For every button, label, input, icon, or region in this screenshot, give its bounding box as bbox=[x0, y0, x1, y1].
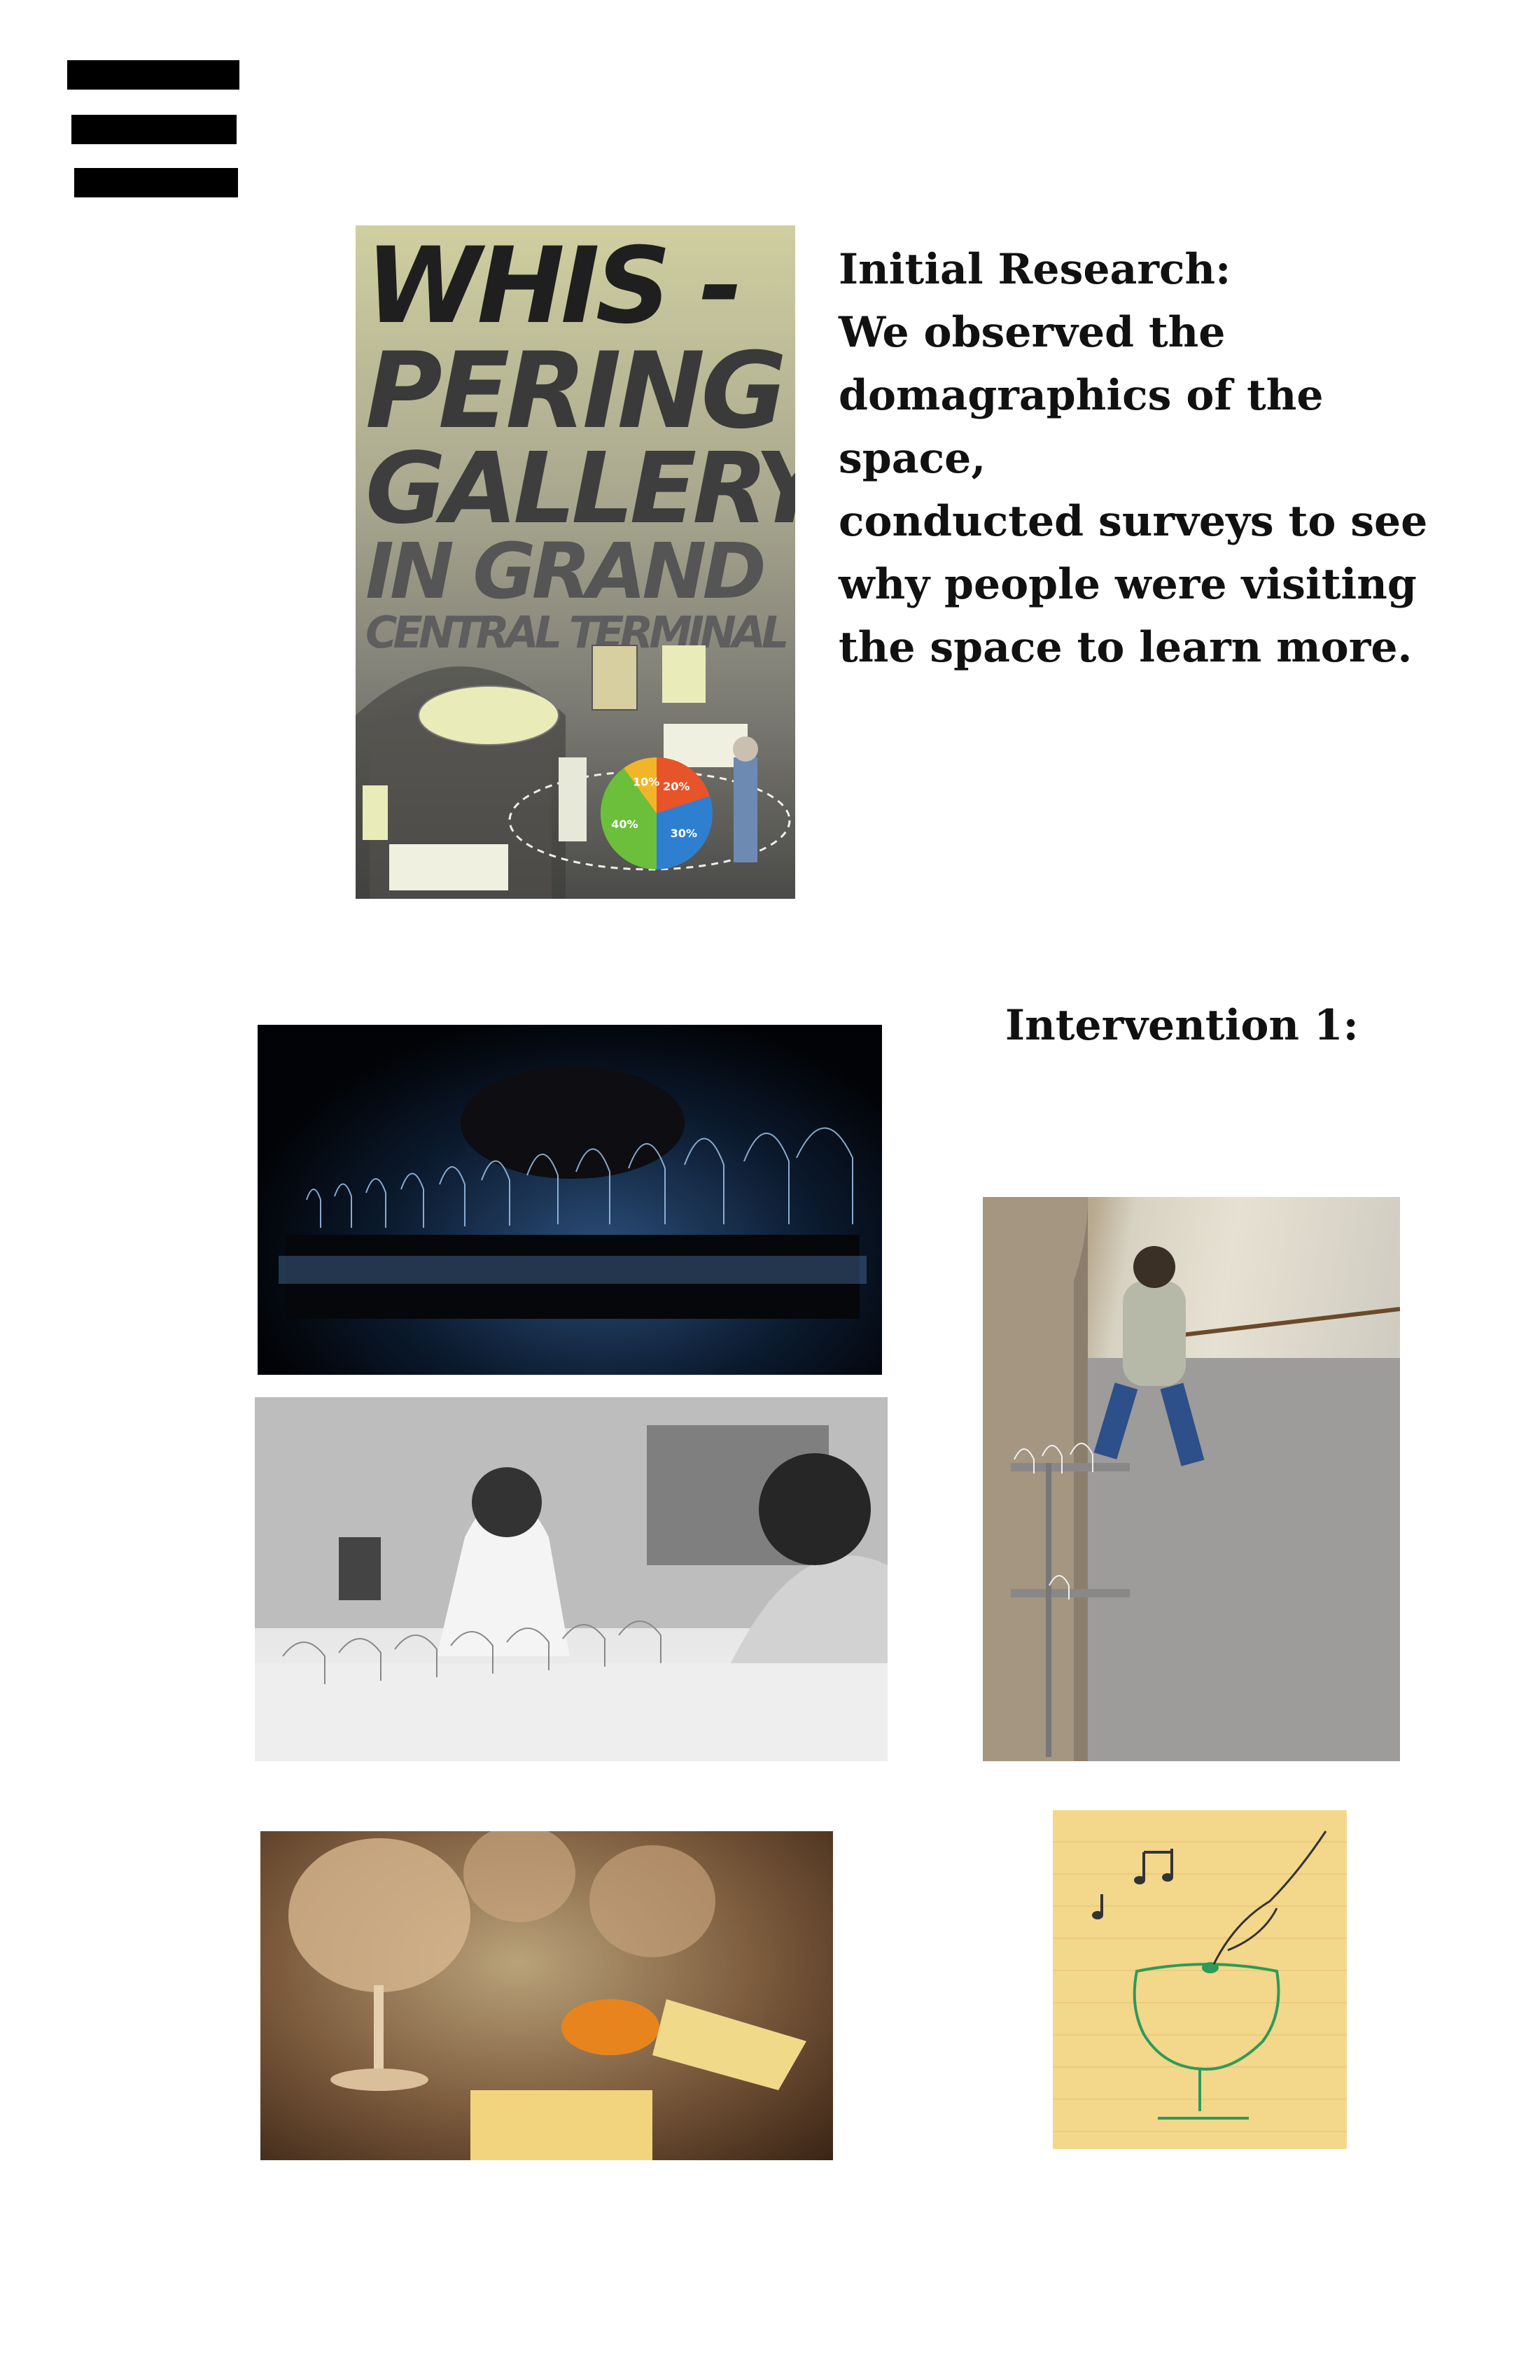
whispering-gallery-poster-image: WHIS - PERING GALLERY IN GRAND CENTRAL T… bbox=[356, 225, 795, 899]
menu-bar-top bbox=[67, 60, 239, 90]
pie-label-1: 30% bbox=[671, 827, 697, 840]
initial-research-text: Initial Research: We observed the domagr… bbox=[839, 238, 1469, 679]
glass-rows bbox=[279, 1067, 867, 1319]
menu-bar-bottom bbox=[74, 168, 238, 197]
research-line-5: why people were visiting bbox=[839, 560, 1417, 609]
research-line-2: We observed the bbox=[839, 308, 1226, 357]
table-glasses-photo bbox=[255, 1397, 888, 1761]
research-line-3: domagraphics of the space, bbox=[839, 371, 1324, 483]
pie-label-2: 40% bbox=[611, 818, 638, 831]
research-line-1: Initial Research: bbox=[839, 245, 1231, 294]
poster-pie-chart: 20% 30% 40% 10% bbox=[600, 757, 713, 869]
corridor-scene bbox=[983, 1197, 1400, 1761]
poster-illustration: 20% 30% 40% 10% bbox=[356, 645, 791, 899]
research-line-6: the space to learn more. bbox=[839, 623, 1413, 672]
hamburger-menu-icon[interactable] bbox=[67, 60, 241, 200]
intervention-title: Intervention 1: bbox=[1005, 1001, 1359, 1050]
orange-glasses-photo bbox=[260, 1831, 833, 2160]
research-line-4: conducted surveys to see bbox=[839, 497, 1428, 546]
glass-harp-photo bbox=[258, 1025, 882, 1375]
pie-label-0: 20% bbox=[663, 780, 690, 793]
orange-scene bbox=[288, 1831, 806, 2160]
glass-sketch-note-image bbox=[1053, 1810, 1347, 2149]
pie-label-3: 10% bbox=[633, 775, 659, 788]
menu-bar-middle bbox=[71, 115, 237, 144]
sketch-drawing bbox=[1092, 1830, 1327, 2120]
table-scene bbox=[255, 1397, 888, 1761]
corridor-glasses-photo bbox=[983, 1197, 1400, 1761]
